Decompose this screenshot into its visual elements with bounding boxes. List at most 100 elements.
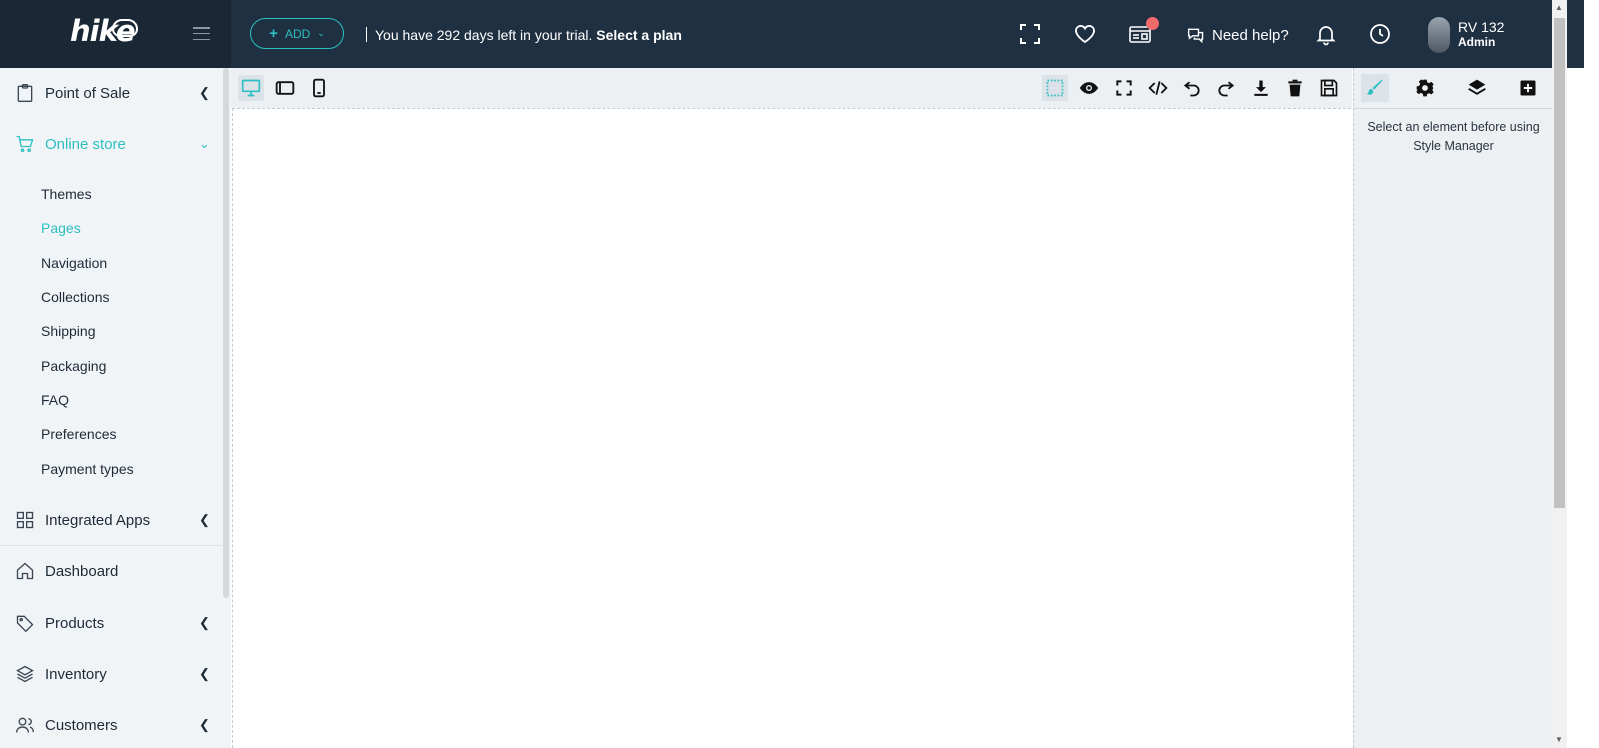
trial-banner: You have 292 days left in your trial. Se… xyxy=(366,27,682,43)
sidebar-item-label: Inventory xyxy=(45,665,107,683)
fullscreen-icon[interactable] xyxy=(1018,22,1042,46)
style-manager-panel: Select an element before using Style Man… xyxy=(1353,68,1553,748)
page-scrollbar[interactable]: ▲ ▼ xyxy=(1552,0,1567,748)
add-button-label: ADD xyxy=(284,26,311,41)
scrollbar-thumb[interactable] xyxy=(1554,18,1565,508)
tab-settings[interactable] xyxy=(1411,74,1439,102)
sidebar-subitem-payment-types[interactable]: Payment types xyxy=(41,461,134,477)
tab-layers[interactable] xyxy=(1463,74,1491,102)
brush-icon xyxy=(1366,79,1383,95)
sidebar-item-label: Customers xyxy=(45,716,118,734)
undo-button[interactable] xyxy=(1180,76,1204,100)
bell-icon[interactable] xyxy=(1314,22,1338,46)
tab-blocks[interactable] xyxy=(1514,74,1542,102)
sidebar-scrollbar[interactable] xyxy=(223,68,229,598)
clock-icon[interactable] xyxy=(1368,22,1392,46)
fullscreen-icon xyxy=(1116,80,1132,96)
scroll-up-arrow-icon[interactable]: ▲ xyxy=(1555,3,1563,12)
editor-toolbar xyxy=(231,68,1352,108)
sidebar-item-inventory[interactable]: Inventory ❮ xyxy=(0,654,222,694)
download-button[interactable] xyxy=(1249,76,1273,100)
chat-icon xyxy=(1187,28,1204,44)
trial-divider xyxy=(366,27,367,42)
cart-icon xyxy=(15,134,35,154)
scroll-down-arrow-icon[interactable]: ▼ xyxy=(1555,735,1563,744)
sidebar-item-label: Online store xyxy=(45,135,126,153)
sidebar-subitem-pages[interactable]: Pages xyxy=(41,220,81,236)
need-help-label: Need help? xyxy=(1212,26,1289,44)
sidebar: Point of Sale ❮ Online store ⌄ Themes Pa… xyxy=(0,68,231,748)
layers-icon xyxy=(15,664,35,684)
chevron-left-icon: ❮ xyxy=(199,512,210,527)
desktop-view-button[interactable] xyxy=(238,75,264,101)
favorites-heart-icon[interactable] xyxy=(1073,22,1097,46)
user-menu[interactable]: RV 132 Admin xyxy=(1428,17,1504,53)
preview-button[interactable] xyxy=(1077,76,1101,100)
tab-style-manager[interactable] xyxy=(1361,74,1389,102)
sidebar-item-products[interactable]: Products ❮ xyxy=(0,603,222,643)
clear-canvas-button[interactable] xyxy=(1283,76,1307,100)
sidebar-item-customers[interactable]: Customers ❮ xyxy=(0,705,222,745)
trash-icon xyxy=(1288,79,1302,97)
users-icon xyxy=(15,715,35,735)
trial-text: You have 292 days left in your trial. xyxy=(375,27,593,43)
sidebar-item-online-store[interactable]: Online store ⌄ xyxy=(0,124,222,164)
sidebar-item-point-of-sale[interactable]: Point of Sale ❮ xyxy=(0,73,222,113)
component-outline-icon xyxy=(1046,79,1064,97)
sidebar-subitem-shipping[interactable]: Shipping xyxy=(41,323,96,339)
chevron-down-icon: ⌄ xyxy=(199,136,210,151)
sidebar-subitem-packaging[interactable]: Packaging xyxy=(41,358,106,374)
gear-icon xyxy=(1416,79,1434,97)
user-name: RV 132 xyxy=(1458,19,1505,35)
avatar xyxy=(1428,17,1450,53)
add-block-icon xyxy=(1520,80,1536,96)
redo-button[interactable] xyxy=(1214,76,1238,100)
sidebar-subitem-faq[interactable]: FAQ xyxy=(41,392,69,408)
sidebar-divider xyxy=(0,545,222,546)
layers-icon xyxy=(1468,79,1486,95)
sidebar-item-integrated-apps[interactable]: Integrated Apps ❮ xyxy=(0,500,222,540)
fullscreen-button[interactable] xyxy=(1112,76,1136,100)
mobile-icon xyxy=(313,78,325,98)
code-icon xyxy=(1148,81,1168,95)
sidebar-item-label: Point of Sale xyxy=(45,84,131,102)
chevron-left-icon: ❮ xyxy=(199,615,210,630)
clipboard-icon xyxy=(15,83,35,103)
logo-cloud-icon xyxy=(112,19,138,37)
sidebar-subitem-collections[interactable]: Collections xyxy=(41,289,109,305)
tablet-view-button[interactable] xyxy=(273,76,297,100)
sidebar-subitem-preferences[interactable]: Preferences xyxy=(41,426,116,442)
home-icon xyxy=(15,561,35,581)
chevron-down-icon: ⌄ xyxy=(317,28,325,38)
logo-area: hike xyxy=(0,0,231,68)
plus-icon: + xyxy=(269,25,278,42)
desktop-icon xyxy=(241,79,261,97)
download-icon xyxy=(1254,80,1268,96)
select-plan-link[interactable]: Select a plan xyxy=(596,27,682,43)
sidebar-item-dashboard[interactable]: Dashboard xyxy=(0,551,222,591)
editor-canvas[interactable] xyxy=(232,108,1351,748)
add-button[interactable]: + ADD ⌄ xyxy=(250,18,344,49)
redo-icon xyxy=(1218,81,1235,97)
sidebar-item-label: Integrated Apps xyxy=(45,511,151,529)
component-outline-button[interactable] xyxy=(1042,75,1068,101)
sidebar-subitem-themes[interactable]: Themes xyxy=(41,186,92,202)
undo-icon xyxy=(1183,81,1200,97)
save-icon xyxy=(1320,79,1338,97)
top-bar: hike + ADD ⌄ You have 292 days left in y… xyxy=(0,0,1584,68)
notification-badge xyxy=(1146,17,1159,30)
menu-toggle-icon[interactable] xyxy=(193,27,210,41)
code-view-button[interactable] xyxy=(1146,76,1170,100)
save-button[interactable] xyxy=(1317,76,1341,100)
user-role: Admin xyxy=(1458,35,1496,49)
sidebar-item-label: Products xyxy=(45,614,105,632)
tag-icon xyxy=(15,613,35,633)
tablet-icon xyxy=(275,81,295,95)
chevron-left-icon: ❮ xyxy=(199,85,210,100)
preview-eye-icon xyxy=(1079,82,1099,94)
chevron-left-icon: ❮ xyxy=(199,666,210,681)
need-help-button[interactable]: Need help? xyxy=(1186,26,1289,44)
mobile-view-button[interactable] xyxy=(307,76,331,100)
sidebar-subitem-navigation[interactable]: Navigation xyxy=(41,255,107,271)
panel-tabs xyxy=(1354,68,1553,109)
